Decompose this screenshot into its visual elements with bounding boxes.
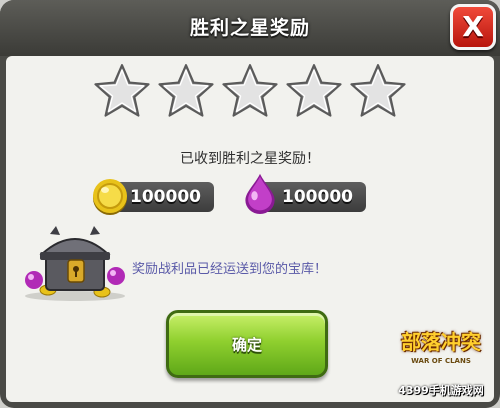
watermark-title: 部落冲突	[401, 330, 481, 354]
treasure-chest-icon	[25, 226, 125, 301]
site-watermark: 部落冲突 WAR OF CLANS 4399手机游戏网	[386, 322, 496, 404]
gold-coin-icon	[93, 179, 127, 215]
delivered-message: 奖励战利品已经运送到您的宝库！	[132, 262, 328, 277]
watermark-subtitle: WAR OF CLANS	[411, 357, 471, 365]
star-icon	[350, 64, 406, 117]
star-icon	[94, 64, 150, 117]
elixir-reward-value: 100000	[282, 187, 353, 207]
close-icon: X	[462, 10, 484, 43]
star-icon	[286, 64, 342, 117]
gold-reward-value: 100000	[130, 187, 201, 207]
watermark-site: 4399手机游戏网	[398, 384, 484, 397]
confirm-button[interactable]: 确定	[166, 310, 328, 378]
elixir-drop-icon	[245, 173, 275, 214]
confirm-button-label: 确定	[231, 335, 262, 354]
received-message: 已收到胜利之星奖励！	[180, 151, 320, 167]
dialog-title: 胜利之星奖励	[189, 17, 310, 39]
star-icon	[222, 64, 278, 117]
star-icon	[158, 64, 214, 117]
close-button[interactable]: X	[450, 4, 496, 50]
star-row	[92, 62, 408, 124]
